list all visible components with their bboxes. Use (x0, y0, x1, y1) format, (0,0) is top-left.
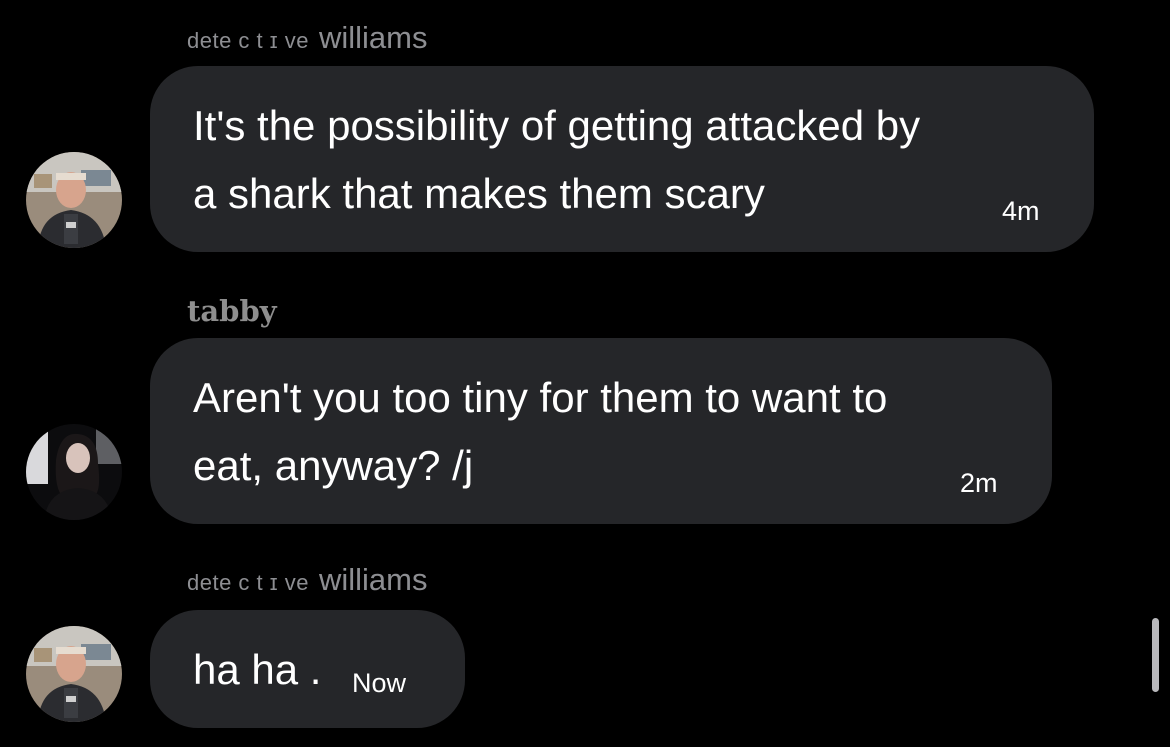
message-timestamp: Now (352, 668, 407, 698)
message-timestamp: 2m (960, 468, 998, 498)
message-bubble[interactable]: Aren't you too tiny for them to want to … (150, 338, 1052, 524)
message-text: Aren't you too tiny for them to want to … (193, 374, 888, 489)
avatar-tabby[interactable] (26, 424, 122, 520)
sender-label: tabby (187, 294, 277, 328)
avatar-williams[interactable] (26, 626, 122, 722)
sender-name: williams (318, 20, 428, 55)
message-bubble[interactable]: It's the possibility of getting attacked… (150, 66, 1094, 252)
avatar-image (26, 152, 122, 248)
sender-prefix: dete c t ɪ ve (187, 570, 309, 595)
scrollbar-thumb[interactable] (1152, 618, 1159, 692)
message-text: ha ha . (193, 646, 322, 693)
message-text: It's the possibility of getting attacked… (193, 102, 921, 217)
sender-name: williams (318, 562, 428, 597)
avatar-image (26, 626, 122, 722)
sender-label: dete c t ɪ ve williams (187, 20, 427, 56)
avatar-williams[interactable] (26, 152, 122, 248)
avatar-image (26, 424, 122, 520)
sender-label: dete c t ɪ ve williams (187, 562, 427, 598)
sender-prefix: dete c t ɪ ve (187, 28, 309, 53)
message-bubble[interactable]: ha ha . Now (150, 610, 465, 728)
sender-name: tabby (187, 294, 277, 328)
chat-thread: dete c t ɪ ve williams It's the possibili… (0, 0, 1170, 747)
message-timestamp: 4m (1002, 196, 1040, 226)
